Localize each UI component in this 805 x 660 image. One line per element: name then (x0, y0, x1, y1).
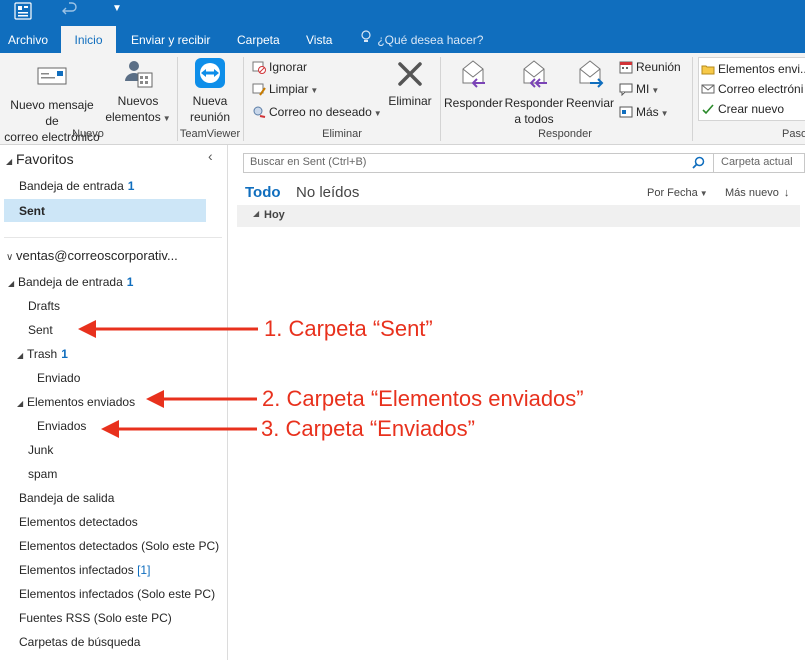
annotation-label-3: 3. Carpeta “Enviados” (261, 416, 475, 441)
annotation-arrow-2 (146, 390, 257, 408)
annotation-arrow-1 (78, 320, 258, 338)
annotation-label-2: 2. Carpeta “Elementos enviados” (262, 386, 584, 411)
annotation-arrow-3 (101, 420, 257, 438)
annotation-label-1: 1. Carpeta “Sent” (264, 316, 433, 341)
